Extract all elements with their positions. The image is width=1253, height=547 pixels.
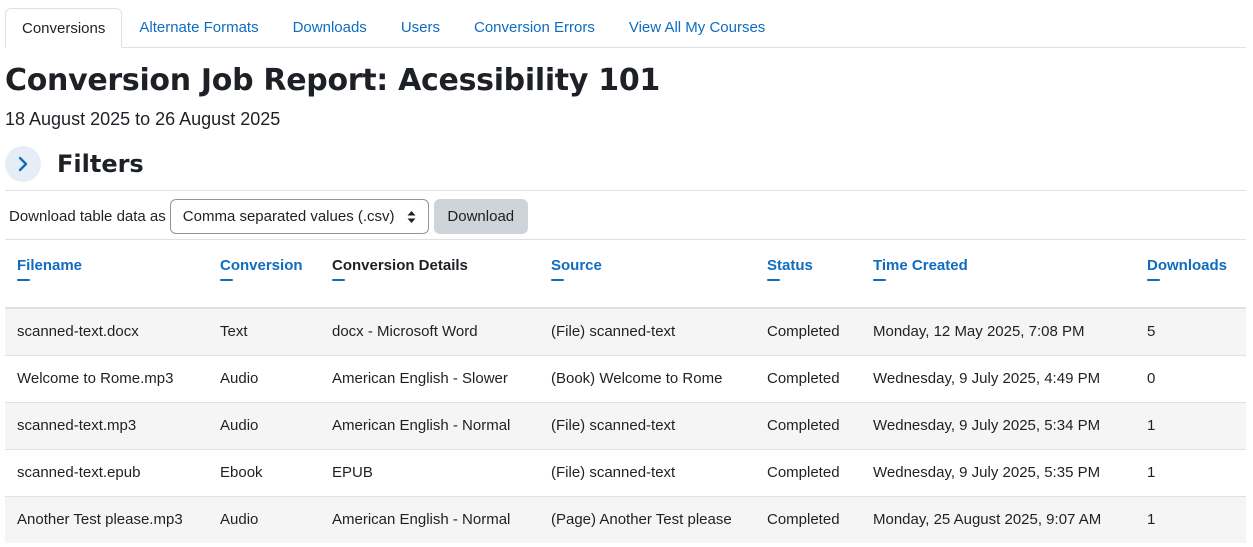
table-row: Welcome to Rome.mp3 Audio American Engli… bbox=[5, 354, 1246, 402]
cell-downloads: 5 bbox=[1135, 308, 1246, 355]
date-range: 18 August 2025 to 26 August 2025 bbox=[5, 109, 281, 129]
sort-time-created-link[interactable]: Time Created bbox=[873, 257, 968, 274]
collapse-column-icon[interactable] bbox=[1147, 279, 1160, 281]
cell-time-created: Wednesday, 9 July 2025, 4:49 PM bbox=[861, 354, 1135, 402]
collapse-column-icon[interactable] bbox=[551, 279, 564, 281]
tab-users[interactable]: Users bbox=[384, 8, 457, 47]
cell-conversion-details: American English - Normal bbox=[320, 401, 539, 449]
sort-source-link[interactable]: Source bbox=[551, 257, 602, 274]
cell-source: (Book) Welcome to Rome bbox=[539, 354, 755, 402]
chevron-right-icon bbox=[18, 156, 28, 172]
table-row: scanned-text.mp3 Audio American English … bbox=[5, 401, 1246, 449]
cell-status: Completed bbox=[755, 401, 861, 449]
filters-section: Filters bbox=[5, 146, 144, 182]
collapse-column-icon[interactable] bbox=[767, 279, 780, 281]
cell-filename: scanned-text.mp3 bbox=[5, 401, 208, 449]
page-title: Conversion Job Report: Acessibility 101 bbox=[5, 63, 660, 98]
cell-filename: scanned-text.docx bbox=[5, 308, 208, 355]
cell-conversion: Audio bbox=[208, 401, 320, 449]
cell-time-created: Monday, 25 August 2025, 9:07 AM bbox=[861, 495, 1135, 543]
cell-downloads: 1 bbox=[1135, 401, 1246, 449]
conversion-jobs-table: Filename Conversion Conversion Details S… bbox=[5, 240, 1246, 543]
cell-conversion-details: American English - Normal bbox=[320, 495, 539, 543]
header-downloads[interactable]: Downloads bbox=[1135, 240, 1246, 309]
sort-downloads-link[interactable]: Downloads bbox=[1147, 257, 1227, 274]
header-source[interactable]: Source bbox=[539, 240, 755, 309]
tab-downloads[interactable]: Downloads bbox=[276, 8, 384, 47]
cell-conversion: Text bbox=[208, 308, 320, 355]
sort-conversion-link[interactable]: Conversion bbox=[220, 257, 303, 274]
tab-view-all-my-courses[interactable]: View All My Courses bbox=[612, 8, 782, 47]
selected-format: Comma separated values (.csv) bbox=[182, 208, 395, 225]
collapse-column-icon[interactable] bbox=[220, 279, 233, 281]
collapse-column-icon[interactable] bbox=[17, 279, 30, 281]
collapse-column-icon[interactable] bbox=[873, 279, 886, 281]
table-header-row: Filename Conversion Conversion Details S… bbox=[5, 240, 1246, 309]
collapse-column-icon[interactable] bbox=[332, 279, 345, 281]
tab-conversion-errors[interactable]: Conversion Errors bbox=[457, 8, 612, 47]
tab-conversions[interactable]: Conversions bbox=[5, 8, 123, 48]
cell-conversion: Audio bbox=[208, 495, 320, 543]
cell-status: Completed bbox=[755, 354, 861, 402]
cell-conversion-details: EPUB bbox=[320, 448, 539, 496]
cell-downloads: 1 bbox=[1135, 448, 1246, 496]
cell-filename: scanned-text.epub bbox=[5, 448, 208, 496]
table-row: scanned-text.docx Text docx - Microsoft … bbox=[5, 308, 1246, 355]
table-row: Another Test please.mp3 Audio American E… bbox=[5, 495, 1246, 543]
cell-source: (File) scanned-text bbox=[539, 401, 755, 449]
download-controls: Download table data as Comma separated v… bbox=[9, 199, 528, 234]
download-button[interactable]: Download bbox=[433, 199, 528, 234]
cell-downloads: 1 bbox=[1135, 495, 1246, 543]
cell-conversion: Ebook bbox=[208, 448, 320, 496]
divider bbox=[5, 190, 1246, 191]
download-format-label: Download table data as bbox=[9, 208, 166, 225]
filters-heading[interactable]: Filters bbox=[57, 150, 144, 178]
cell-source: (Page) Another Test please bbox=[539, 495, 755, 543]
cell-status: Completed bbox=[755, 448, 861, 496]
cell-time-created: Monday, 12 May 2025, 7:08 PM bbox=[861, 308, 1135, 355]
cell-time-created: Wednesday, 9 July 2025, 5:35 PM bbox=[861, 448, 1135, 496]
select-updown-icon bbox=[407, 210, 416, 224]
download-format-select[interactable]: Comma separated values (.csv) bbox=[169, 199, 429, 234]
cell-filename: Welcome to Rome.mp3 bbox=[5, 354, 208, 402]
table-row: scanned-text.epub Ebook EPUB (File) scan… bbox=[5, 448, 1246, 496]
header-time-created[interactable]: Time Created bbox=[861, 240, 1135, 309]
cell-filename: Another Test please.mp3 bbox=[5, 495, 208, 543]
report-tabs: Conversions Alternate Formats Downloads … bbox=[5, 7, 1246, 48]
cell-conversion: Audio bbox=[208, 354, 320, 402]
cell-conversion-details: docx - Microsoft Word bbox=[320, 308, 539, 355]
sort-filename-link[interactable]: Filename bbox=[17, 257, 82, 274]
cell-status: Completed bbox=[755, 495, 861, 543]
filters-toggle-button[interactable] bbox=[5, 146, 41, 182]
tab-alternate-formats[interactable]: Alternate Formats bbox=[122, 8, 275, 47]
cell-conversion-details: American English - Slower bbox=[320, 354, 539, 402]
conversion-details-label: Conversion Details bbox=[332, 257, 468, 274]
cell-source: (File) scanned-text bbox=[539, 308, 755, 355]
header-filename[interactable]: Filename bbox=[5, 240, 208, 309]
cell-time-created: Wednesday, 9 July 2025, 5:34 PM bbox=[861, 401, 1135, 449]
cell-downloads: 0 bbox=[1135, 354, 1246, 402]
header-status[interactable]: Status bbox=[755, 240, 861, 309]
sort-status-link[interactable]: Status bbox=[767, 257, 813, 274]
header-conversion[interactable]: Conversion bbox=[208, 240, 320, 309]
cell-status: Completed bbox=[755, 308, 861, 355]
cell-source: (File) scanned-text bbox=[539, 448, 755, 496]
header-conversion-details: Conversion Details bbox=[320, 240, 539, 309]
